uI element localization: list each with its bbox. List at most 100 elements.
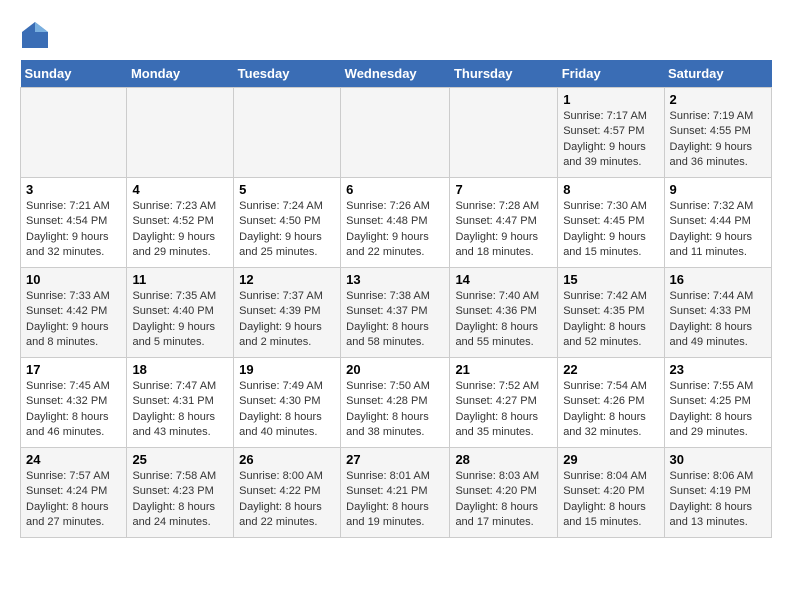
calendar-cell: 17Sunrise: 7:45 AMSunset: 4:32 PMDayligh… xyxy=(21,358,127,448)
calendar-cell: 21Sunrise: 7:52 AMSunset: 4:27 PMDayligh… xyxy=(450,358,558,448)
calendar-cell: 6 Sunrise: 7:26 AMSunset: 4:48 PMDaylight… xyxy=(341,178,450,268)
calendar-cell: 9 Sunrise: 7:32 AMSunset: 4:44 PMDaylight… xyxy=(664,178,771,268)
day-info: Sunrise: 7:26 AMSunset: 4:48 PMDaylight:… xyxy=(346,199,444,261)
weekday-header-friday: Friday xyxy=(558,60,664,88)
calendar-cell: 13 Sunrise: 7:38 AMSunset: 4:37 PMDayligh… xyxy=(341,268,450,358)
calendar-cell: 23 Sunrise: 7:55 AMSunset: 4:25 PMDayligh… xyxy=(664,358,771,448)
day-number: 10 xyxy=(26,272,121,287)
calendar-cell: 10 Sunrise: 7:33 AMSunset: 4:42 PMDayligh… xyxy=(21,268,127,358)
day-number: 19 xyxy=(239,362,335,377)
day-info: Sunrise: 7:54 AMSunset: 4:26 PMDaylight:… xyxy=(563,379,658,441)
logo xyxy=(20,20,54,50)
day-number: 18 xyxy=(132,362,228,377)
week-row-1: 3 Sunrise: 7:21 AMSunset: 4:54 PMDaylight… xyxy=(21,178,772,268)
day-info: Sunrise: 7:30 AMSunset: 4:45 PMDaylight:… xyxy=(563,199,658,261)
calendar-cell: 12 Sunrise: 7:37 AMSunset: 4:39 PMDayligh… xyxy=(234,268,341,358)
calendar-cell: 5Sunrise: 7:24 AMSunset: 4:50 PMDaylight… xyxy=(234,178,341,268)
day-info: Sunrise: 7:49 AMSunset: 4:30 PMDaylight:… xyxy=(239,379,335,441)
day-info: Sunrise: 7:23 AMSunset: 4:52 PMDaylight:… xyxy=(132,199,228,261)
day-info: Sunrise: 7:57 AMSunset: 4:24 PMDaylight:… xyxy=(26,469,121,531)
calendar-cell: 29 Sunrise: 8:04 AMSunset: 4:20 PMDayligh… xyxy=(558,448,664,538)
day-number: 15 xyxy=(563,272,658,287)
day-info: Sunrise: 7:33 AMSunset: 4:42 PMDaylight:… xyxy=(26,289,121,351)
calendar-cell: 27 Sunrise: 8:01 AMSunset: 4:21 PMDayligh… xyxy=(341,448,450,538)
calendar-cell: 3 Sunrise: 7:21 AMSunset: 4:54 PMDaylight… xyxy=(21,178,127,268)
day-info: Sunrise: 7:47 AMSunset: 4:31 PMDaylight:… xyxy=(132,379,228,441)
day-info: Sunrise: 7:28 AMSunset: 4:47 PMDaylight:… xyxy=(455,199,552,261)
calendar-cell: 11Sunrise: 7:35 AMSunset: 4:40 PMDayligh… xyxy=(127,268,234,358)
calendar-cell: 18 Sunrise: 7:47 AMSunset: 4:31 PMDayligh… xyxy=(127,358,234,448)
day-info: Sunrise: 8:01 AMSunset: 4:21 PMDaylight:… xyxy=(346,469,444,531)
day-number: 27 xyxy=(346,452,444,467)
day-number: 23 xyxy=(670,362,766,377)
weekday-header-monday: Monday xyxy=(127,60,234,88)
calendar-cell xyxy=(450,88,558,178)
calendar-cell: 16 Sunrise: 7:44 AMSunset: 4:33 PMDayligh… xyxy=(664,268,771,358)
calendar-cell xyxy=(21,88,127,178)
day-info: Sunrise: 7:21 AMSunset: 4:54 PMDaylight:… xyxy=(26,199,121,261)
calendar-cell: 24Sunrise: 7:57 AMSunset: 4:24 PMDayligh… xyxy=(21,448,127,538)
day-number: 28 xyxy=(455,452,552,467)
day-number: 4 xyxy=(132,182,228,197)
weekday-header-thursday: Thursday xyxy=(450,60,558,88)
week-row-4: 24Sunrise: 7:57 AMSunset: 4:24 PMDayligh… xyxy=(21,448,772,538)
day-info: Sunrise: 7:44 AMSunset: 4:33 PMDaylight:… xyxy=(670,289,766,351)
calendar-cell: 28Sunrise: 8:03 AMSunset: 4:20 PMDayligh… xyxy=(450,448,558,538)
weekday-header-wednesday: Wednesday xyxy=(341,60,450,88)
week-row-2: 10 Sunrise: 7:33 AMSunset: 4:42 PMDayligh… xyxy=(21,268,772,358)
day-info: Sunrise: 7:42 AMSunset: 4:35 PMDaylight:… xyxy=(563,289,658,351)
day-number: 26 xyxy=(239,452,335,467)
calendar-cell: 20 Sunrise: 7:50 AMSunset: 4:28 PMDayligh… xyxy=(341,358,450,448)
calendar-cell: 1 Sunrise: 7:17 AMSunset: 4:57 PMDaylight… xyxy=(558,88,664,178)
day-number: 13 xyxy=(346,272,444,287)
day-number: 29 xyxy=(563,452,658,467)
day-number: 22 xyxy=(563,362,658,377)
day-number: 16 xyxy=(670,272,766,287)
day-number: 25 xyxy=(132,452,228,467)
calendar-cell xyxy=(341,88,450,178)
day-info: Sunrise: 8:04 AMSunset: 4:20 PMDaylight:… xyxy=(563,469,658,531)
day-number: 17 xyxy=(26,362,121,377)
day-number: 20 xyxy=(346,362,444,377)
day-number: 9 xyxy=(670,182,766,197)
calendar-cell: 2Sunrise: 7:19 AMSunset: 4:55 PMDaylight… xyxy=(664,88,771,178)
logo-icon xyxy=(20,20,50,50)
day-info: Sunrise: 7:32 AMSunset: 4:44 PMDaylight:… xyxy=(670,199,766,261)
calendar-cell xyxy=(127,88,234,178)
calendar-cell: 15 Sunrise: 7:42 AMSunset: 4:35 PMDayligh… xyxy=(558,268,664,358)
calendar-cell: 7 Sunrise: 7:28 AMSunset: 4:47 PMDaylight… xyxy=(450,178,558,268)
day-number: 3 xyxy=(26,182,121,197)
day-info: Sunrise: 7:35 AMSunset: 4:40 PMDaylight:… xyxy=(132,289,228,351)
day-number: 12 xyxy=(239,272,335,287)
day-info: Sunrise: 7:24 AMSunset: 4:50 PMDaylight:… xyxy=(239,199,335,261)
day-number: 14 xyxy=(455,272,552,287)
weekday-header-row: SundayMondayTuesdayWednesdayThursdayFrid… xyxy=(21,60,772,88)
day-number: 8 xyxy=(563,182,658,197)
day-info: Sunrise: 8:00 AMSunset: 4:22 PMDaylight:… xyxy=(239,469,335,531)
day-info: Sunrise: 7:50 AMSunset: 4:28 PMDaylight:… xyxy=(346,379,444,441)
calendar-cell: 25 Sunrise: 7:58 AMSunset: 4:23 PMDayligh… xyxy=(127,448,234,538)
day-info: Sunrise: 7:38 AMSunset: 4:37 PMDaylight:… xyxy=(346,289,444,351)
day-number: 6 xyxy=(346,182,444,197)
day-info: Sunrise: 7:55 AMSunset: 4:25 PMDaylight:… xyxy=(670,379,766,441)
day-number: 30 xyxy=(670,452,766,467)
weekday-header-sunday: Sunday xyxy=(21,60,127,88)
weekday-header-saturday: Saturday xyxy=(664,60,771,88)
page-header xyxy=(20,20,772,50)
calendar-cell: 19 Sunrise: 7:49 AMSunset: 4:30 PMDayligh… xyxy=(234,358,341,448)
day-info: Sunrise: 7:37 AMSunset: 4:39 PMDaylight:… xyxy=(239,289,335,351)
calendar-cell: 22 Sunrise: 7:54 AMSunset: 4:26 PMDayligh… xyxy=(558,358,664,448)
calendar-cell: 4 Sunrise: 7:23 AMSunset: 4:52 PMDaylight… xyxy=(127,178,234,268)
day-number: 1 xyxy=(563,92,658,107)
calendar-cell xyxy=(234,88,341,178)
day-info: Sunrise: 7:17 AMSunset: 4:57 PMDaylight:… xyxy=(563,109,658,171)
day-number: 7 xyxy=(455,182,552,197)
day-number: 2 xyxy=(670,92,766,107)
day-info: Sunrise: 7:58 AMSunset: 4:23 PMDaylight:… xyxy=(132,469,228,531)
day-info: Sunrise: 7:52 AMSunset: 4:27 PMDaylight:… xyxy=(455,379,552,441)
day-info: Sunrise: 8:06 AMSunset: 4:19 PMDaylight:… xyxy=(670,469,766,531)
calendar-table: SundayMondayTuesdayWednesdayThursdayFrid… xyxy=(20,60,772,538)
calendar-cell: 8 Sunrise: 7:30 AMSunset: 4:45 PMDaylight… xyxy=(558,178,664,268)
day-info: Sunrise: 7:40 AMSunset: 4:36 PMDaylight:… xyxy=(455,289,552,351)
week-row-3: 17Sunrise: 7:45 AMSunset: 4:32 PMDayligh… xyxy=(21,358,772,448)
